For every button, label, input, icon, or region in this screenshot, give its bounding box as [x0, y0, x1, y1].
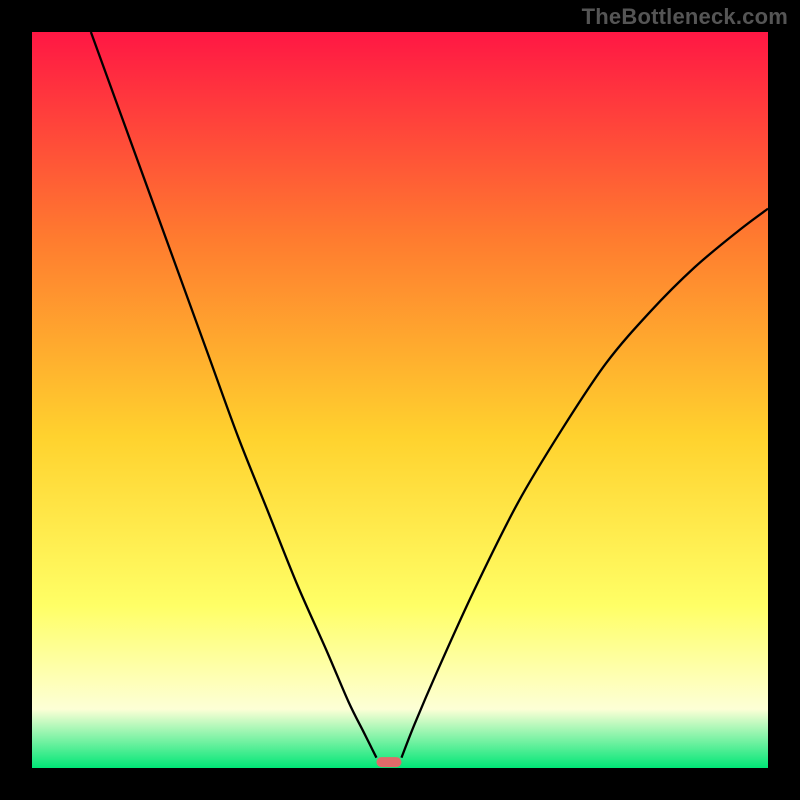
bottleneck-plot	[0, 0, 800, 800]
gradient-background	[32, 32, 768, 768]
minimum-marker	[376, 757, 401, 767]
watermark-label: TheBottleneck.com	[582, 4, 788, 30]
chart-frame: TheBottleneck.com	[0, 0, 800, 800]
